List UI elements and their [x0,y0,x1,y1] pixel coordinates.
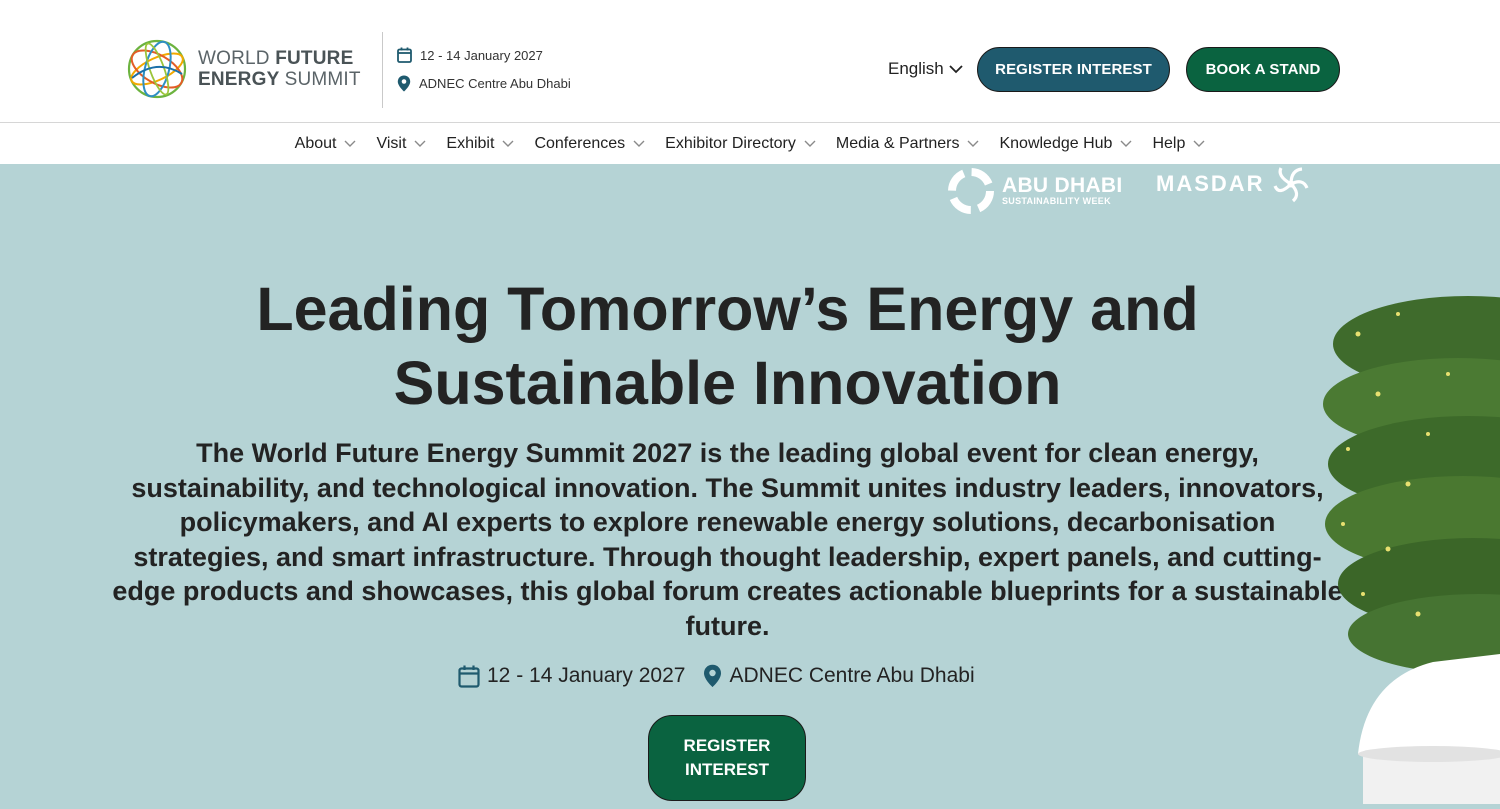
partner-masdar-name: MASDAR [1156,171,1265,196]
chevron-down-icon [633,140,645,147]
logo-line2-bold: ENERGY [198,69,285,90]
nav-item-media-partners[interactable]: Media & Partners [836,135,980,153]
hero-event-info: 12 - 14 January 2027 ADNEC Centre Abu Dh… [458,664,975,688]
hero-section: ABU DHABI SUSTAINABILITY WEEK MASDAR Lea… [0,164,1500,809]
nav-item-about[interactable]: About [295,135,357,153]
nav-item-knowledge-hub[interactable]: Knowledge Hub [999,135,1132,153]
moss-lightbulb-plant-image [1323,296,1500,804]
hero-register-interest-button[interactable]: REGISTER INTEREST [648,715,806,801]
chevron-down-icon [804,140,816,147]
hero-date: 12 - 14 January 2027 [487,664,686,687]
logo-line1-regular: WORLD [198,48,276,69]
partner-logo-masdar[interactable]: MASDAR [1156,164,1311,204]
header-event-info: 12 - 14 January 2027 ADNEC Centre Abu Dh… [397,45,571,101]
book-a-stand-button[interactable]: BOOK A STAND [1186,47,1340,92]
location-pin-icon [704,664,722,687]
nav-item-help[interactable]: Help [1152,135,1205,153]
location-pin-icon [397,75,411,91]
chevron-down-icon [1120,140,1132,147]
main-nav: About Visit Exhibit Conferences Exhibito… [0,124,1500,164]
logo-wordmark: WORLD FUTURE ENERGY SUMMIT [198,48,361,90]
chevron-down-icon [949,64,963,73]
nav-item-label: Media & Partners [835,135,960,152]
nav-item-conferences[interactable]: Conferences [534,135,645,153]
partner-adsw-line2: SUSTAINABILITY WEEK [1002,196,1111,206]
logo-line2-regular: SUMMIT [284,69,361,90]
language-selector[interactable]: English [888,59,963,79]
header-divider [382,32,383,108]
nav-item-visit[interactable]: Visit [376,135,426,153]
chevron-down-icon [344,140,356,147]
nav-item-exhibitor-directory[interactable]: Exhibitor Directory [665,135,816,153]
logo-line1-bold: FUTURE [275,48,354,69]
nav-item-label: Visit [376,135,407,152]
nav-item-label: Exhibit [446,135,495,152]
nav-item-label: About [294,135,337,152]
chevron-down-icon [967,140,979,147]
site-header: WORLD FUTURE ENERGY SUMMIT 12 - 14 Janua… [0,0,1500,123]
calendar-icon [397,47,412,63]
chevron-down-icon [414,140,426,147]
nav-item-label: Help [1152,135,1186,152]
nav-item-label: Conferences [534,135,626,152]
hero-cta-line2: INTEREST [684,760,770,779]
nav-item-label: Knowledge Hub [999,135,1113,152]
hero-cta-line1: REGISTER [683,736,771,755]
chevron-down-icon [1193,140,1205,147]
chevron-down-icon [502,140,514,147]
nav-item-exhibit[interactable]: Exhibit [446,135,514,153]
header-date: 12 - 14 January 2027 [420,47,543,63]
hero-venue: ADNEC Centre Abu Dhabi [729,664,975,687]
calendar-icon [458,665,480,688]
hero-title: Leading Tomorrow’s Energy and Sustainabl… [256,275,1199,417]
site-logo[interactable]: WORLD FUTURE ENERGY SUMMIT [126,38,361,100]
globe-logo-icon [127,39,187,99]
register-interest-button[interactable]: REGISTER INTEREST [977,47,1170,92]
sustainability-ring-icon [948,168,994,214]
header-venue: ADNEC Centre Abu Dhabi [419,75,571,91]
partner-adsw-line1: ABU DHABI [1002,174,1123,197]
language-label: English [888,59,944,78]
partner-logo-adsw[interactable]: ABU DHABI SUSTAINABILITY WEEK [946,166,1123,216]
hero-description: The World Future Energy Summit 2027 is t… [112,438,1343,641]
masdar-swirl-icon [1273,167,1309,203]
nav-item-label: Exhibitor Directory [665,135,796,152]
